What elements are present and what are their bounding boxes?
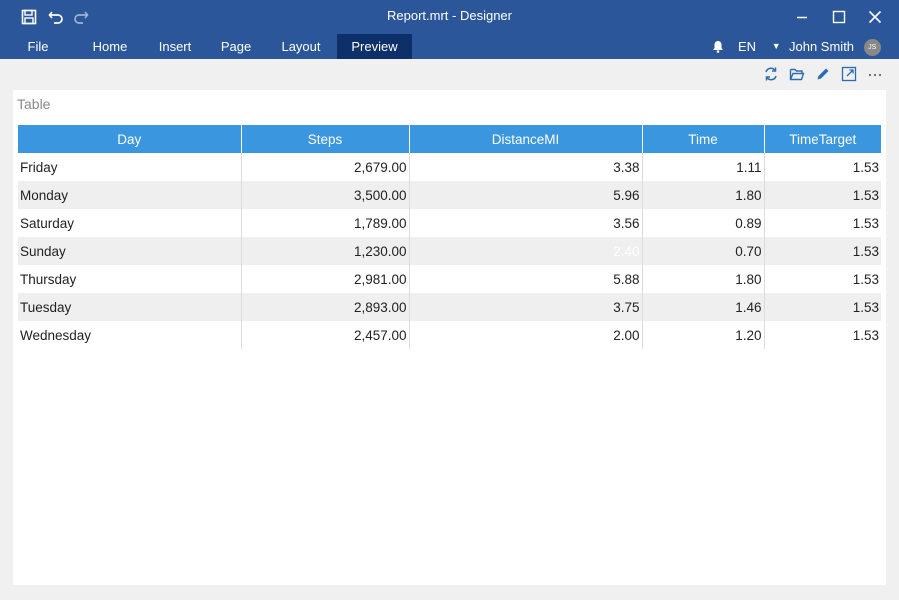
cell-steps[interactable]: 2,457.00 (241, 321, 410, 349)
cell-time[interactable]: 0.89 (642, 209, 765, 237)
cell-steps[interactable]: 1,230.00 (241, 237, 410, 265)
chevron-down-icon: ▼ (771, 41, 781, 51)
menu-file[interactable]: File (13, 34, 63, 59)
cell-time-target[interactable]: 1.53 (764, 321, 881, 349)
cell-steps[interactable]: 2,981.00 (241, 265, 410, 293)
tab-layout[interactable]: Layout (271, 34, 331, 59)
column-header-time[interactable]: Time (642, 125, 765, 153)
cell-day[interactable]: Tuesday (18, 293, 242, 321)
cell-distance[interactable]: 5.88 (409, 265, 643, 293)
table-row: Wednesday 2,457.00 2.00 1.20 1.53 (18, 321, 881, 349)
cell-day[interactable]: Saturday (18, 209, 242, 237)
minimize-icon[interactable] (789, 5, 815, 29)
report-page: Table Day Steps DistanceMI Time TimeTarg… (13, 90, 886, 585)
edit-icon[interactable] (813, 64, 833, 84)
notification-bell-icon[interactable] (712, 34, 724, 59)
cell-time[interactable]: 1.80 (642, 181, 765, 209)
cell-steps[interactable]: 3,500.00 (241, 181, 410, 209)
user-name: John Smith (789, 39, 855, 54)
cell-distance[interactable]: 3.38 (409, 153, 643, 181)
open-folder-icon[interactable] (787, 64, 807, 84)
cell-day[interactable]: Sunday (18, 237, 242, 265)
cell-time-target[interactable]: 1.53 (764, 181, 881, 209)
column-header-steps[interactable]: Steps (241, 125, 410, 153)
component-label: Table (17, 96, 51, 112)
cell-time[interactable]: 1.46 (642, 293, 765, 321)
column-header-day[interactable]: Day (18, 125, 242, 153)
cell-steps[interactable]: 2,679.00 (241, 153, 410, 181)
cell-distance[interactable]: 3.56 (409, 209, 643, 237)
tab-insert[interactable]: Insert (148, 34, 202, 59)
cell-time[interactable]: 0.70 (642, 237, 765, 265)
cell-day[interactable]: Wednesday (18, 321, 242, 349)
menu-bar: File Home Insert Page Layout Preview EN … (0, 34, 899, 76)
tab-home[interactable]: Home (82, 34, 138, 59)
cell-distance[interactable]: 2.00 (409, 321, 643, 349)
close-icon[interactable] (862, 5, 888, 29)
more-icon[interactable] (865, 64, 885, 84)
refresh-icon[interactable] (761, 64, 781, 84)
cell-time-target[interactable]: 1.53 (764, 237, 881, 265)
cell-time-target[interactable]: 1.53 (764, 265, 881, 293)
cell-time[interactable]: 1.11 (642, 153, 765, 181)
table-row: Tuesday 2,893.00 3.75 1.46 1.53 (18, 293, 881, 321)
cell-time[interactable]: 1.80 (642, 265, 765, 293)
user-menu[interactable]: John Smith JS ▼ (789, 34, 899, 76)
fullscreen-icon[interactable] (839, 64, 859, 84)
cell-steps[interactable]: 1,789.00 (241, 209, 410, 237)
avatar: JS (863, 39, 881, 57)
cell-time-target[interactable]: 1.53 (764, 293, 881, 321)
table-row: Thursday 2,981.00 5.88 1.80 1.53 (18, 265, 881, 293)
cell-time-target[interactable]: 1.53 (764, 153, 881, 181)
cell-day[interactable]: Friday (18, 153, 242, 181)
title-bar: Report.mrt - Designer (0, 0, 899, 34)
cell-day[interactable]: Thursday (18, 265, 242, 293)
table-row: Saturday 1,789.00 3.56 0.89 1.53 (18, 209, 881, 237)
language-selector[interactable]: EN ▼ (738, 34, 781, 59)
language-label: EN (738, 39, 757, 54)
cell-distance-selected[interactable]: 2.40 (409, 237, 643, 265)
maximize-icon[interactable] (826, 5, 852, 29)
cell-time[interactable]: 1.20 (642, 321, 765, 349)
window-title: Report.mrt - Designer (387, 8, 512, 23)
cell-distance[interactable]: 3.75 (409, 293, 643, 321)
tab-page[interactable]: Page (212, 34, 260, 59)
table-row: Monday 3,500.00 5.96 1.80 1.53 (18, 181, 881, 209)
table-header-row: Day Steps DistanceMI Time TimeTarget (18, 125, 881, 153)
tab-preview[interactable]: Preview (337, 34, 412, 59)
column-header-time-target[interactable]: TimeTarget (764, 125, 881, 153)
cell-distance[interactable]: 5.96 (409, 181, 643, 209)
cell-steps[interactable]: 2,893.00 (241, 293, 410, 321)
avatar-initials: JS (868, 44, 877, 52)
cell-day[interactable]: Monday (18, 181, 242, 209)
table-row: Friday 2,679.00 3.38 1.11 1.53 (18, 153, 881, 181)
column-header-distance[interactable]: DistanceMI (409, 125, 643, 153)
data-table: Day Steps DistanceMI Time TimeTarget Fri… (18, 125, 881, 349)
cell-time-target[interactable]: 1.53 (764, 209, 881, 237)
table-row: Sunday 1,230.00 2.40 0.70 1.53 (18, 237, 881, 265)
